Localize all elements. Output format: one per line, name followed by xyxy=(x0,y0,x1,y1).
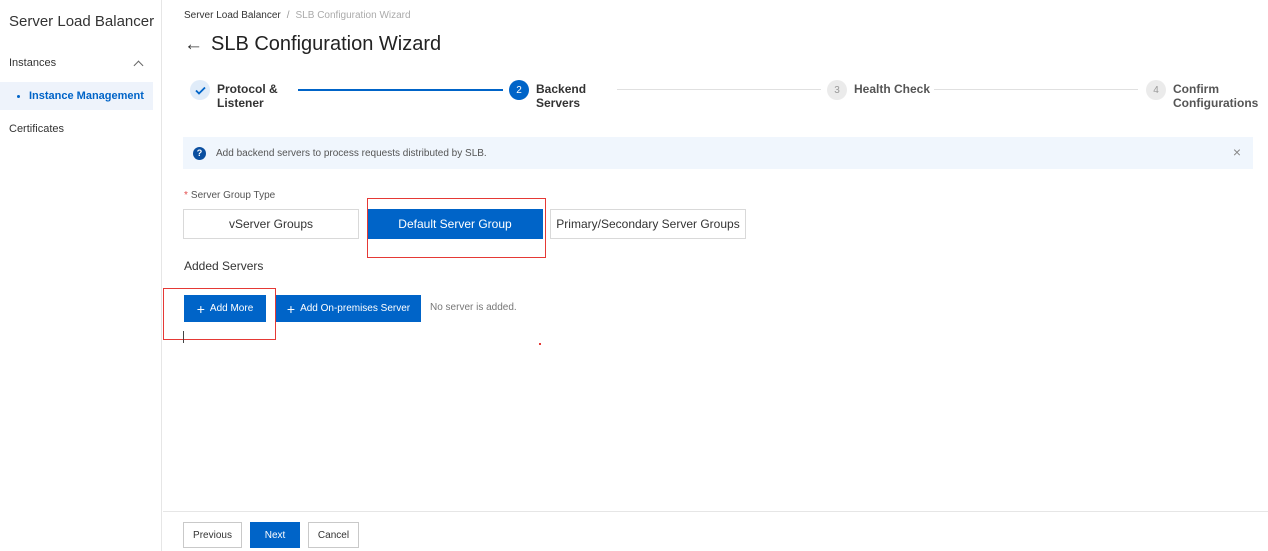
annotation-dot xyxy=(539,343,541,345)
server-group-type-label: * Server Group Type xyxy=(184,190,276,201)
add-more-button[interactable]: + Add More xyxy=(184,295,266,322)
banner-text: Add backend servers to process requests … xyxy=(216,147,487,159)
sidebar: Server Load Balancer Instances Instance … xyxy=(0,0,162,551)
sidebar-group-label: Instances xyxy=(9,57,57,69)
step-confirm-configurations: 4 Confirm Configurations xyxy=(1146,80,1258,110)
info-banner: ? Add backend servers to process request… xyxy=(183,137,1253,169)
required-mark: * xyxy=(184,190,188,201)
step-connector xyxy=(298,89,503,91)
step-label: Backend Servers xyxy=(536,82,587,110)
sidebar-group-instances[interactable]: Instances xyxy=(0,52,154,74)
back-arrow-icon[interactable]: ← xyxy=(184,35,203,54)
step-connector xyxy=(617,89,821,90)
empty-state-text: No server is added. xyxy=(430,302,517,313)
checkmark-icon xyxy=(190,80,210,100)
breadcrumb: Server Load Balancer / SLB Configuration… xyxy=(184,10,411,21)
step-backend-servers: 2 Backend Servers xyxy=(509,80,586,110)
sidebar-item-label: Instance Management xyxy=(29,90,144,102)
step-number: 3 xyxy=(827,80,847,100)
close-icon[interactable]: × xyxy=(1233,145,1241,159)
page-header: ← SLB Configuration Wizard xyxy=(184,33,441,56)
added-servers-title: Added Servers xyxy=(184,259,264,273)
step-protocol-listener: Protocol & Listener xyxy=(190,80,278,110)
page-title: SLB Configuration Wizard xyxy=(211,33,442,55)
step-label: Protocol & Listener xyxy=(217,82,278,110)
chevron-up-icon xyxy=(133,60,144,70)
step-number: 4 xyxy=(1146,80,1166,100)
previous-button[interactable]: Previous xyxy=(183,522,242,548)
breadcrumb-separator: / xyxy=(286,10,290,21)
breadcrumb-root[interactable]: Server Load Balancer xyxy=(184,10,281,21)
step-health-check: 3 Health Check xyxy=(827,80,930,100)
text-cursor xyxy=(183,331,184,343)
plus-icon: + xyxy=(196,300,205,317)
sidebar-item-certificates[interactable]: Certificates xyxy=(9,123,64,135)
sidebar-title: Server Load Balancer xyxy=(9,13,155,30)
option-default-server-group[interactable]: Default Server Group xyxy=(367,209,543,239)
cancel-button[interactable]: Cancel xyxy=(308,522,359,548)
option-primary-secondary-server-groups[interactable]: Primary/Secondary Server Groups xyxy=(550,209,746,239)
step-number: 2 xyxy=(509,80,529,100)
step-label: Confirm Configurations xyxy=(1173,82,1259,110)
bullet-icon xyxy=(17,94,20,98)
option-vserver-groups[interactable]: vServer Groups xyxy=(183,209,359,239)
step-connector xyxy=(934,89,1138,90)
next-button[interactable]: Next xyxy=(250,522,300,548)
add-on-premises-server-button[interactable]: + Add On-premises Server xyxy=(276,295,421,322)
help-icon: ? xyxy=(193,146,206,160)
step-label: Health Check xyxy=(854,82,931,96)
breadcrumb-current: SLB Configuration Wizard xyxy=(295,10,411,21)
plus-icon: + xyxy=(286,300,296,317)
sidebar-item-instance-management[interactable]: Instance Management xyxy=(0,82,153,110)
